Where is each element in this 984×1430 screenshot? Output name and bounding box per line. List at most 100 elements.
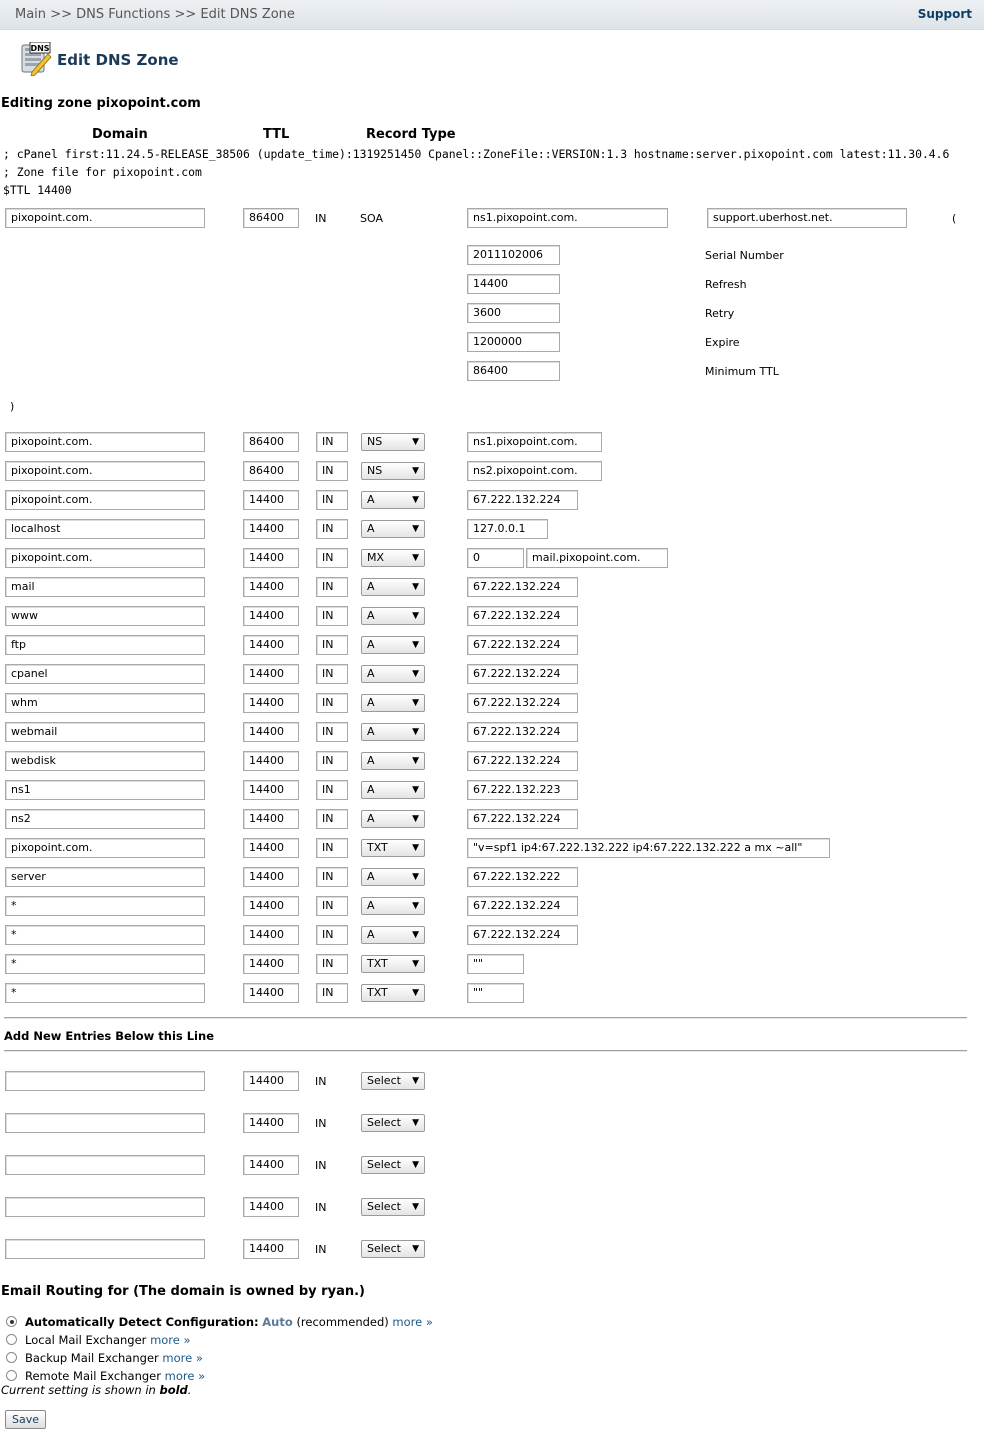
record-class-input[interactable]: IN — [316, 519, 348, 539]
more-link[interactable]: more » — [392, 1315, 432, 1329]
record-domain-input[interactable]: pixopoint.com. — [5, 432, 205, 452]
record-value-input[interactable]: ns2.pixopoint.com. — [467, 461, 602, 481]
soa-ttl-input[interactable]: 86400 — [243, 208, 299, 228]
record-class-input[interactable]: IN — [316, 896, 348, 916]
record-domain-input[interactable]: www — [5, 606, 205, 626]
record-domain-input[interactable]: pixopoint.com. — [5, 490, 205, 510]
soa-expire-input[interactable]: 1200000 — [467, 332, 560, 352]
record-domain-input[interactable]: pixopoint.com. — [5, 838, 205, 858]
record-domain-input[interactable]: mail — [5, 577, 205, 597]
record-value-input[interactable]: 67.222.132.224 — [467, 490, 578, 510]
breadcrumb-dns-functions[interactable]: DNS Functions — [76, 7, 170, 22]
record-class-input[interactable]: IN — [316, 838, 348, 858]
routing-option-local[interactable]: Local Mail Exchanger more » — [6, 1333, 191, 1347]
soa-refresh-input[interactable]: 14400 — [467, 274, 560, 294]
record-domain-input[interactable]: ns2 — [5, 809, 205, 829]
record-ttl-input[interactable]: 14400 — [243, 838, 299, 858]
record-type-select[interactable]: A ▼ — [361, 752, 425, 770]
record-ttl-input[interactable]: 14400 — [243, 896, 299, 916]
new-entry-domain-input[interactable] — [5, 1113, 205, 1133]
record-ttl-input[interactable]: 14400 — [243, 577, 299, 597]
record-type-select[interactable]: A ▼ — [361, 520, 425, 538]
record-type-select[interactable]: TXT ▼ — [361, 984, 425, 1002]
record-type-select[interactable]: A ▼ — [361, 578, 425, 596]
record-class-input[interactable]: IN — [316, 925, 348, 945]
record-ttl-input[interactable]: 14400 — [243, 983, 299, 1003]
new-entry-ttl-input[interactable]: 14400 — [243, 1197, 299, 1217]
record-domain-input[interactable]: pixopoint.com. — [5, 548, 205, 568]
record-ttl-input[interactable]: 14400 — [243, 722, 299, 742]
record-domain-input[interactable]: ns1 — [5, 780, 205, 800]
record-ttl-input[interactable]: 86400 — [243, 461, 299, 481]
new-entry-domain-input[interactable] — [5, 1155, 205, 1175]
record-class-input[interactable]: IN — [316, 606, 348, 626]
record-class-input[interactable]: IN — [316, 780, 348, 800]
record-ttl-input[interactable]: 14400 — [243, 548, 299, 568]
record-type-select[interactable]: A ▼ — [361, 926, 425, 944]
routing-option-backup[interactable]: Backup Mail Exchanger more » — [6, 1351, 203, 1365]
record-class-input[interactable]: IN — [316, 693, 348, 713]
record-type-select[interactable]: NS ▼ — [361, 433, 425, 451]
record-type-select[interactable]: Select ▼ — [361, 1156, 425, 1174]
record-value-input[interactable]: 67.222.132.224 — [467, 809, 578, 829]
record-value-input[interactable]: 67.222.132.223 — [467, 780, 578, 800]
record-type-select[interactable]: TXT ▼ — [361, 955, 425, 973]
record-class-input[interactable]: IN — [316, 867, 348, 887]
record-domain-input[interactable]: pixopoint.com. — [5, 461, 205, 481]
record-ttl-input[interactable]: 14400 — [243, 780, 299, 800]
radio-backup[interactable] — [6, 1352, 17, 1363]
mx-priority-input[interactable]: 0 — [467, 548, 524, 568]
new-entry-domain-input[interactable] — [5, 1197, 205, 1217]
soa-retry-input[interactable]: 3600 — [467, 303, 560, 323]
record-value-input[interactable]: 67.222.132.224 — [467, 925, 578, 945]
record-type-select[interactable]: A ▼ — [361, 694, 425, 712]
radio-remote[interactable] — [6, 1370, 17, 1381]
record-value-input[interactable]: 67.222.132.224 — [467, 722, 578, 742]
record-domain-input[interactable]: webdisk — [5, 751, 205, 771]
soa-domain-input[interactable]: pixopoint.com. — [5, 208, 205, 228]
record-value-input[interactable]: 67.222.132.224 — [467, 577, 578, 597]
new-entry-domain-input[interactable] — [5, 1071, 205, 1091]
support-link[interactable]: Support — [918, 7, 972, 21]
more-link[interactable]: more » — [165, 1369, 205, 1383]
soa-email-input[interactable]: support.uberhost.net. — [707, 208, 907, 228]
record-value-input[interactable]: 67.222.132.224 — [467, 664, 578, 684]
record-class-input[interactable]: IN — [316, 577, 348, 597]
soa-serial-input[interactable]: 2011102006 — [467, 245, 560, 265]
record-value-input[interactable]: "" — [467, 954, 524, 974]
record-domain-input[interactable]: * — [5, 925, 205, 945]
record-type-select[interactable]: A ▼ — [361, 897, 425, 915]
record-domain-input[interactable]: * — [5, 983, 205, 1003]
record-ttl-input[interactable]: 86400 — [243, 432, 299, 452]
record-ttl-input[interactable]: 14400 — [243, 635, 299, 655]
record-value-input[interactable]: "" — [467, 983, 524, 1003]
record-ttl-input[interactable]: 14400 — [243, 925, 299, 945]
new-entry-ttl-input[interactable]: 14400 — [243, 1239, 299, 1259]
new-entry-domain-input[interactable] — [5, 1239, 205, 1259]
record-type-select[interactable]: A ▼ — [361, 781, 425, 799]
record-class-input[interactable]: IN — [316, 461, 348, 481]
record-ttl-input[interactable]: 14400 — [243, 606, 299, 626]
soa-primary-ns-input[interactable]: ns1.pixopoint.com. — [467, 208, 668, 228]
record-type-select[interactable]: Select ▼ — [361, 1198, 425, 1216]
record-ttl-input[interactable]: 14400 — [243, 809, 299, 829]
record-ttl-input[interactable]: 14400 — [243, 490, 299, 510]
record-type-select[interactable]: A ▼ — [361, 665, 425, 683]
record-value-input[interactable]: 67.222.132.224 — [467, 635, 578, 655]
record-class-input[interactable]: IN — [316, 548, 348, 568]
more-link[interactable]: more » — [150, 1333, 190, 1347]
record-type-select[interactable]: A ▼ — [361, 868, 425, 886]
record-domain-input[interactable]: localhost — [5, 519, 205, 539]
record-value-input[interactable]: 67.222.132.224 — [467, 606, 578, 626]
record-type-select[interactable]: A ▼ — [361, 636, 425, 654]
record-ttl-input[interactable]: 14400 — [243, 867, 299, 887]
record-value-input[interactable]: ns1.pixopoint.com. — [467, 432, 602, 452]
record-type-select[interactable]: MX ▼ — [361, 549, 425, 567]
record-domain-input[interactable]: whm — [5, 693, 205, 713]
record-value-input[interactable]: 127.0.0.1 — [467, 519, 548, 539]
record-type-select[interactable]: A ▼ — [361, 810, 425, 828]
record-value-input[interactable]: 67.222.132.224 — [467, 896, 578, 916]
record-domain-input[interactable]: webmail — [5, 722, 205, 742]
routing-option-auto[interactable]: Automatically Detect Configuration: Auto… — [6, 1315, 433, 1329]
record-type-select[interactable]: TXT ▼ — [361, 839, 425, 857]
